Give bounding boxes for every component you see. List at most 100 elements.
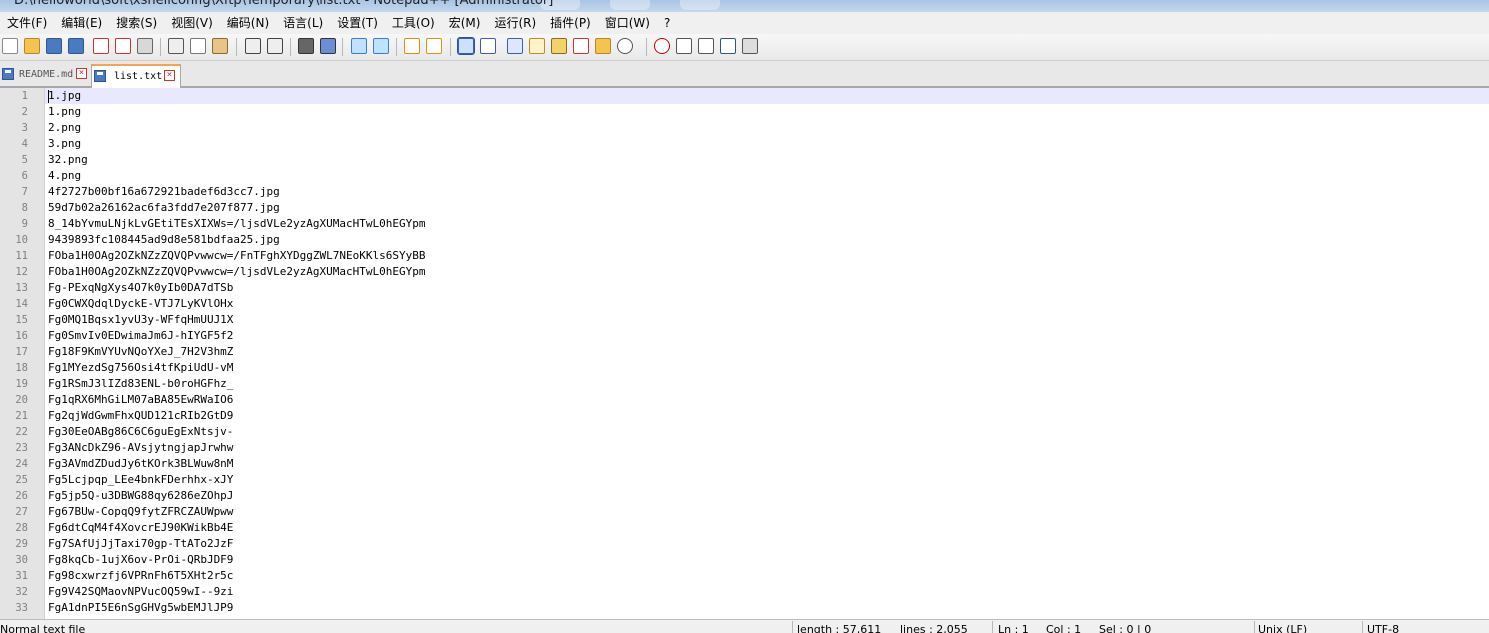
play-macro-icon[interactable] [698,38,714,54]
taskbar-ghost [610,0,650,10]
line-number: 13 [15,282,28,294]
menu-item[interactable]: 文件(F) [0,12,54,34]
menu-item[interactable]: 编辑(E) [54,12,109,34]
record-macro-icon[interactable] [654,38,670,54]
text-line[interactable]: Fg8kqCb-1ujX6ov-PrOi-QRbJDF9 [48,553,233,566]
tab-list-txt[interactable]: list.txt × [91,64,181,88]
text-line[interactable]: Fg98cxwrzfj6VPRnFh6T5XHt2r5c [48,569,233,582]
line-number: 1 [21,90,28,102]
cut-icon[interactable] [168,38,184,54]
undo-icon[interactable] [245,38,261,54]
toolbar-separator [450,38,451,56]
line-number: 6 [21,170,28,182]
text-line[interactable]: Fg5Lcjpqp_LEe4bnkFDerhhx-xJY [48,473,233,486]
text-line[interactable]: 9439893fc108445ad9d8e581bdfaa25.jpg [48,233,280,246]
line-number: 16 [15,330,28,342]
text-line[interactable]: Fg1MYezdSg756Osi4tfKpiUdU-vM [48,361,233,374]
text-line[interactable]: Fg1qRX6MhGiLM07aBA85EwRWaIO6 [48,393,233,406]
text-line[interactable]: Fg5jp5Q-u3DBWG88qy6286eZOhpJ [48,489,233,502]
toolbar-separator [236,38,237,56]
monitoring-icon[interactable] [617,38,633,54]
text-line[interactable]: Fg3AVmdZDudJy6tKOrk3BLWuw8nM [48,457,233,470]
text-line[interactable]: Fg9V42SQMaovNPVucOQ59wI--9zi [48,585,233,598]
text-line[interactable]: 59d7b02a26162ac6fa3fdd7e207f877.jpg [48,201,280,214]
print-icon[interactable] [137,38,153,54]
close-icon[interactable] [93,38,109,54]
menu-item[interactable]: 编码(N) [220,12,276,34]
menu-item[interactable]: 搜索(S) [109,12,164,34]
text-line[interactable]: Fg18F9KmVYUvNQoYXeJ_7H2V3hmZ [48,345,233,358]
text-line[interactable]: 1.png [48,105,81,118]
line-number: 21 [15,410,28,422]
tab-readme[interactable]: README.md × [0,64,89,86]
close-tab-icon[interactable]: × [164,70,175,81]
text-line[interactable]: 8_14bYvmuLNjkLvGEtiTEsXIXWs=/ljsdVLe2yzA… [48,217,426,230]
text-line[interactable]: 3.png [48,137,81,150]
menu-item[interactable]: 运行(R) [487,12,543,34]
menu-item[interactable]: 设置(T) [330,12,385,34]
text-line[interactable]: Fg67BUw-CopqQ9fytZFRCZAUWpww [48,505,233,518]
indent-guide-icon[interactable] [507,38,523,54]
document-map-icon[interactable] [551,38,567,54]
stop-record-icon[interactable] [676,38,692,54]
toolbar-separator [160,38,161,56]
sync-vertical-icon[interactable] [404,38,420,54]
user-defined-language-icon[interactable] [529,38,545,54]
copy-icon[interactable] [190,38,206,54]
text-line[interactable]: 32.png [48,153,88,166]
line-number: 26 [15,490,28,502]
line-number: 29 [15,538,28,550]
menu-item[interactable]: ? [657,12,677,34]
menu-item[interactable]: 语言(L) [276,12,330,34]
menu-item[interactable]: 插件(P) [543,12,598,34]
text-line[interactable]: 4.png [48,169,81,182]
folder-as-workspace-icon[interactable] [595,38,611,54]
run-macro-multiple-icon[interactable] [720,38,736,54]
text-line[interactable]: Fg6dtCqM4f4XovcrEJ90KWikBb4E [48,521,233,534]
text-line[interactable]: Fg0SmvIv0EDwimaJm6J-hIYGF5f2 [48,329,233,342]
save-all-icon[interactable] [68,38,84,54]
text-line[interactable]: FOba1H0OAg2OZkNZzZQVQPvwwcw=/FnTFghXYDgg… [48,249,426,262]
save-macro-icon[interactable] [742,38,758,54]
text-line[interactable]: Fg0MQ1Bqsx1yvU3y-WFfqHmUUJ1X [48,313,233,326]
menu-item[interactable]: 宏(M) [442,12,488,34]
text-line[interactable]: 2.png [48,121,81,134]
zoom-out-icon[interactable] [373,38,389,54]
sync-horizontal-icon[interactable] [426,38,442,54]
text-line[interactable]: Fg3ANcDkZ96-AVsjytngjapJrwhw [48,441,233,454]
paste-icon[interactable] [212,38,228,54]
saved-file-icon [94,70,106,82]
close-tab-icon[interactable]: × [76,68,87,79]
menu-item[interactable]: 工具(O) [385,12,442,34]
function-list-icon[interactable] [573,38,589,54]
text-line[interactable]: Fg2qjWdGwmFhxQUD121cRIb2GtD9 [48,409,233,422]
status-bar: Normal text file length : 57,611 lines :… [0,619,1489,633]
new-file-icon[interactable] [2,38,18,54]
window-title-bar[interactable]: D:\helloworld\soft\xshellconfig\Xftp\Tem… [0,0,1489,12]
text-line[interactable]: 1.jpg [48,89,81,102]
text-line[interactable]: Fg-PExqNgXys4O7k0yIb0DA7dTSb [48,281,233,294]
replace-icon[interactable] [320,38,336,54]
menu-item[interactable]: 窗口(W) [598,12,657,34]
toolbar-separator [342,38,343,56]
close-all-icon[interactable] [115,38,131,54]
show-all-chars-icon[interactable] [480,38,496,54]
save-icon[interactable] [46,38,62,54]
text-line[interactable]: FOba1H0OAg2OZkNZzZQVQPvwwcw=/ljsdVLe2yzA… [48,265,426,278]
text-line[interactable]: FgA1dnPI5E6nSgGHVg5wbEMJlJP9 [48,601,233,614]
zoom-in-icon[interactable] [351,38,367,54]
line-number-gutter[interactable]: 1 2 3 4 5 6 7 8 9 10 11 12 13 14 15 16 17 18 19 20 21 22 23 24 2… [0,88,45,619]
line-number: 3 [21,122,28,134]
menu-item[interactable]: 视图(V) [164,12,220,34]
redo-icon[interactable] [267,38,283,54]
find-icon[interactable] [298,38,314,54]
open-file-icon[interactable] [24,38,40,54]
text-line[interactable]: Fg1RSmJ3lIZd83ENL-b0roHGFhz_ [48,377,233,390]
text-line[interactable]: Fg7SAfUjJjTaxi70gp-TtATo2JzF [48,537,233,550]
text-line[interactable]: Fg0CWXQdqlDyckE-VTJ7LyKVlOHx [48,297,233,310]
editor-area[interactable]: 1 2 3 4 5 6 7 8 9 10 11 12 13 14 15 16 17 18 19 20 21 22 23 24 2… [0,88,1489,619]
text-line[interactable]: 4f2727b00bf16a672921badef6d3cc7.jpg [48,185,280,198]
word-wrap-icon[interactable] [457,37,475,55]
text-line[interactable]: Fg30EeOABg86C6C6guEgExNtsjv- [48,425,233,438]
line-number: 27 [15,506,28,518]
